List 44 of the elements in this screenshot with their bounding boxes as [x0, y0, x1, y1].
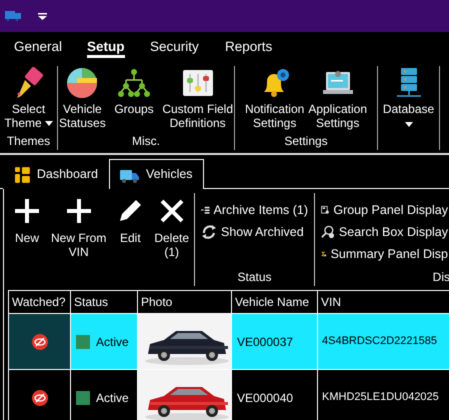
- ribbon-button[interactable]: Select Theme: [3, 66, 54, 134]
- plus-icon: [64, 197, 93, 225]
- toolbar-item[interactable]: Summary Panel Disp: [315, 243, 449, 265]
- refresh-icon: [201, 224, 217, 240]
- ribbon-button[interactable]: Database: [382, 66, 436, 150]
- ribbon-button[interactable]: Custom Field Definitions: [161, 66, 234, 134]
- pie-chart-icon: [65, 66, 100, 100]
- truck-icon[interactable]: [5, 11, 21, 21]
- toolbar-item[interactable]: Search Box Display: [315, 221, 449, 243]
- hierarchy-icon: [117, 66, 151, 100]
- group-label: Misc.: [131, 134, 161, 150]
- document-tab[interactable]: Vehicles: [109, 159, 204, 189]
- table-row[interactable]: Active VE000040 KMHD25LE1DU042025: [8, 370, 449, 420]
- dropdown-icon[interactable]: [38, 12, 47, 20]
- ribbon-tab[interactable]: Security: [150, 32, 225, 62]
- close-icon: [158, 197, 186, 225]
- toolbar-button[interactable]: New From VIN: [46, 193, 112, 259]
- eye-slash-icon[interactable]: [32, 390, 48, 406]
- group-label: Status: [236, 270, 273, 286]
- ribbon-tab[interactable]: Setup: [87, 32, 150, 62]
- column-header[interactable]: Photo: [138, 290, 232, 314]
- toolbar-button[interactable]: Delete (1): [149, 193, 194, 259]
- table-row[interactable]: Active VE000037 4S4BRDSC2D2221585: [8, 314, 449, 370]
- search-icon: [321, 224, 335, 240]
- toolbar-item[interactable]: Show Archived: [195, 221, 314, 243]
- toolbar-item[interactable]: Archive Items (1): [195, 199, 314, 221]
- plus-icon: [13, 197, 41, 225]
- ribbon-button[interactable]: Notification Settings: [244, 66, 306, 134]
- group-label: Settings: [283, 134, 329, 150]
- ribbon-button[interactable]: Groups: [113, 66, 155, 134]
- table-cell: VE000037: [232, 314, 318, 370]
- table-cell: Active: [96, 390, 129, 404]
- table-cell: Active: [96, 334, 129, 348]
- eye-slash-icon[interactable]: [32, 334, 48, 350]
- dashboard-icon: [14, 166, 31, 184]
- group-label: Themes: [6, 134, 52, 150]
- ribbon-button[interactable]: Application Settings: [307, 66, 368, 134]
- ribbon-button[interactable]: Vehicle Statuses: [58, 66, 107, 134]
- ribbon-tab[interactable]: Reports: [225, 32, 285, 62]
- toolbar-item[interactable]: Group Panel Display: [315, 199, 449, 221]
- ribbon-tab[interactable]: General: [14, 32, 87, 62]
- column-header[interactable]: Watched?: [8, 290, 70, 314]
- toolbar-button[interactable]: Edit: [111, 193, 150, 259]
- toolbar-button[interactable]: New: [8, 193, 46, 259]
